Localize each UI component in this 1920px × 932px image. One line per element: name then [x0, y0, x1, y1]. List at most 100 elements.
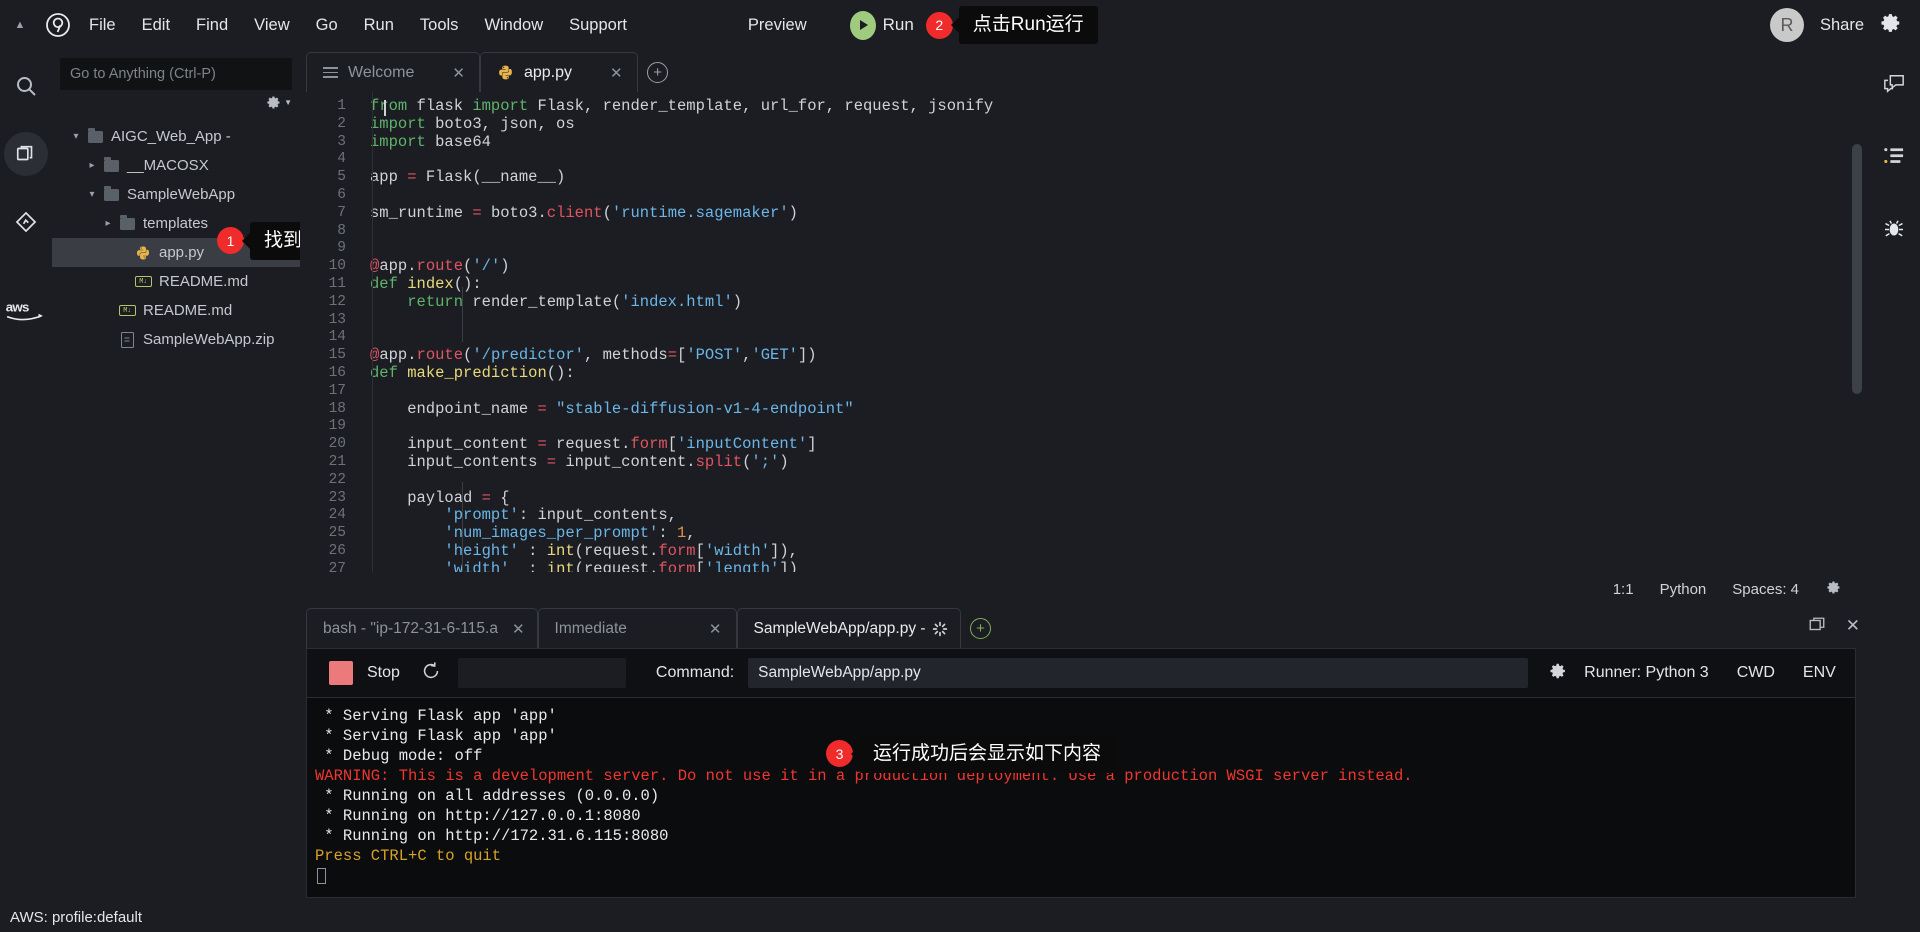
- outline-list-icon[interactable]: [1874, 138, 1914, 174]
- terminal-tab-bar: bash - "ip-172-31-6-115.a ✕ Immediate ✕ …: [300, 606, 1868, 648]
- share-button[interactable]: Share: [1820, 16, 1864, 35]
- terminal-output[interactable]: * Serving Flask app 'app' * Serving Flas…: [306, 698, 1856, 898]
- run-button[interactable]: Run: [849, 10, 914, 40]
- line-number: 9: [337, 240, 346, 257]
- close-icon[interactable]: ✕: [452, 64, 465, 82]
- tab-app-py[interactable]: app.py ✕: [479, 52, 638, 92]
- cloud9-ide-window: ▲ File Edit Find View Go Run Tools Windo…: [0, 0, 1920, 932]
- terminal-line: * Running on all addresses (0.0.0.0): [315, 787, 660, 805]
- line-number: 21: [328, 453, 346, 470]
- cwd-button[interactable]: CWD: [1737, 664, 1775, 682]
- tree-node-readme-inner[interactable]: M↓ README.md: [52, 267, 300, 296]
- python-icon: [497, 64, 514, 81]
- runner-selector[interactable]: Runner: Python 3: [1584, 664, 1709, 682]
- line-number: 2: [337, 115, 346, 132]
- preview-button[interactable]: Preview: [735, 10, 820, 41]
- hamburger-icon[interactable]: [323, 67, 338, 78]
- terminal-tab-runner[interactable]: SampleWebApp/app.py -: [736, 608, 961, 648]
- menu-view[interactable]: View: [241, 10, 302, 41]
- avatar[interactable]: R: [1769, 8, 1804, 42]
- code-text: app = Flask(__name__): [370, 168, 566, 187]
- aws-profile-status[interactable]: AWS: profile:default: [10, 909, 142, 926]
- code-text: def make_prediction():: [370, 363, 575, 382]
- close-icon[interactable]: ✕: [610, 64, 623, 82]
- env-button[interactable]: ENV: [1803, 664, 1836, 682]
- terminal-window-controls: ✕: [1808, 616, 1860, 639]
- code-text: return render_template('index.html'): [407, 292, 743, 311]
- tab-welcome[interactable]: Welcome ✕: [306, 52, 480, 92]
- menu-go[interactable]: Go: [303, 10, 351, 41]
- command-input[interactable]: SampleWebApp/app.py: [748, 658, 1529, 688]
- language-mode[interactable]: Python: [1660, 581, 1707, 598]
- menu-tools[interactable]: Tools: [407, 10, 472, 41]
- terminal-tab-label: Immediate: [554, 619, 627, 637]
- menu-window[interactable]: Window: [471, 10, 556, 41]
- stop-button-label[interactable]: Stop: [367, 664, 400, 682]
- code-lines: 1 from flask import Flask, render_templat…: [300, 92, 1868, 572]
- spinner-icon: [932, 621, 948, 637]
- gear-icon[interactable]: [1880, 12, 1902, 39]
- tree-node-readme-outer[interactable]: M↓ README.md: [52, 296, 300, 325]
- terminal-tab-label: bash - "ip-172-31-6-115.a: [323, 619, 498, 637]
- file-explorer-icon[interactable]: [4, 132, 48, 176]
- line-number: 14: [328, 329, 346, 346]
- terminal-tab-bash[interactable]: bash - "ip-172-31-6-115.a ✕: [306, 608, 538, 648]
- indent-guide: [462, 287, 463, 342]
- maximize-icon[interactable]: [1808, 616, 1826, 639]
- top-menu-bar: ▲ File Edit Find View Go Run Tools Windo…: [0, 0, 1920, 50]
- close-icon[interactable]: ✕: [512, 620, 525, 638]
- markdown-icon: M↓: [132, 276, 154, 287]
- search-icon[interactable]: [4, 64, 48, 108]
- code-line: 15 @app.route('/predictor', methods=['POS…: [300, 346, 1868, 365]
- menu-run[interactable]: Run: [351, 10, 407, 41]
- menu-find[interactable]: Find: [183, 10, 241, 41]
- restart-icon[interactable]: [420, 660, 442, 687]
- branch-icon[interactable]: [4, 200, 48, 244]
- code-editor[interactable]: 1 from flask import Flask, render_templat…: [300, 92, 1868, 572]
- menu-edit[interactable]: Edit: [129, 10, 183, 41]
- cursor-position: 1:1: [1612, 580, 1634, 598]
- close-icon[interactable]: ✕: [709, 620, 722, 638]
- tree-node-aigc-web-app[interactable]: AIGC_Web_App -: [52, 122, 300, 151]
- tree-node-macosx[interactable]: __MACOSX: [52, 151, 300, 180]
- chevron-down-icon[interactable]: [84, 189, 100, 200]
- code-text: @app.route('/predictor', methods=['POST'…: [370, 346, 817, 365]
- menu-support[interactable]: Support: [556, 10, 640, 41]
- code-text: from flask import Flask, render_template…: [370, 97, 994, 115]
- code-line: 12 return render_template('index.html'): [300, 292, 1868, 312]
- code-line: 24 'prompt': input_contents,: [300, 506, 1868, 525]
- aws-logo-icon[interactable]: aws: [5, 298, 47, 330]
- new-editor-tab-button[interactable]: +: [638, 52, 678, 92]
- chevron-right-icon[interactable]: [100, 218, 116, 229]
- runner-name-input[interactable]: [457, 658, 626, 688]
- tree-node-samplewebapp-zip[interactable]: ≣ SampleWebApp.zip: [52, 325, 300, 354]
- code-line: 6: [300, 187, 1868, 205]
- command-value: SampleWebApp/app.py: [758, 664, 921, 681]
- line-number: 26: [328, 542, 346, 559]
- indent-setting[interactable]: Spaces: 4: [1732, 581, 1799, 598]
- chevron-down-icon[interactable]: [68, 131, 84, 142]
- code-line: 2 import boto3, json, os: [300, 115, 1868, 134]
- gear-icon[interactable]: [1546, 660, 1568, 687]
- gear-icon[interactable]: ▼: [265, 94, 292, 111]
- new-terminal-tab-button[interactable]: +: [961, 608, 1001, 648]
- cloud9-logo-icon[interactable]: [40, 7, 76, 43]
- chat-icon[interactable]: [1874, 66, 1914, 102]
- terminal-tab-immediate[interactable]: Immediate ✕: [537, 608, 737, 648]
- line-number: 18: [328, 400, 346, 417]
- editor-area: Welcome ✕ app.py ✕ + 1 from flask import…: [300, 50, 1868, 606]
- stop-square-icon[interactable]: [329, 661, 353, 685]
- gear-icon[interactable]: [1825, 579, 1842, 600]
- menu-file[interactable]: File: [76, 10, 129, 41]
- close-icon[interactable]: ✕: [1846, 616, 1860, 639]
- tree-node-samplewebapp[interactable]: SampleWebApp: [52, 180, 300, 209]
- goto-anything-input[interactable]: Go to Anything (Ctrl-P): [60, 58, 292, 90]
- debugger-bug-icon[interactable]: [1874, 210, 1914, 246]
- editor-scrollbar[interactable]: [1852, 144, 1862, 394]
- triangle-up-icon[interactable]: ▲: [0, 19, 40, 31]
- tree-node-label: __MACOSX: [127, 157, 209, 174]
- chevron-right-icon[interactable]: [84, 160, 100, 171]
- line-number: 11: [328, 275, 346, 292]
